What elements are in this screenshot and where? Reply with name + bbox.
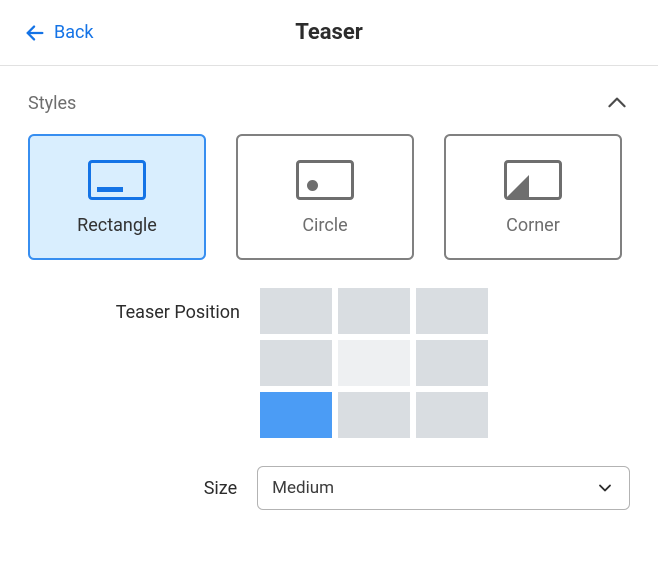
- styles-section-header[interactable]: Styles: [28, 90, 630, 134]
- position-bottom-right[interactable]: [416, 392, 488, 438]
- size-value: Medium: [272, 478, 334, 498]
- size-label: Size: [28, 478, 257, 499]
- chevron-down-icon: [595, 478, 615, 498]
- styles-section: Styles Rectangle Circle Corner Teaser Po…: [0, 66, 658, 510]
- style-card-label: Corner: [506, 215, 560, 236]
- section-title: Styles: [28, 93, 76, 114]
- circle-style-icon: [296, 159, 354, 201]
- style-card-row: Rectangle Circle Corner: [28, 134, 630, 260]
- teaser-position-label: Teaser Position: [28, 288, 260, 323]
- style-card-label: Rectangle: [77, 215, 157, 236]
- size-row: Size Medium: [28, 466, 630, 510]
- back-label: Back: [54, 22, 94, 43]
- position-top-right[interactable]: [416, 288, 488, 334]
- page-title: Teaser: [0, 20, 658, 45]
- size-select-wrap: Medium: [257, 466, 630, 510]
- style-card-label: Circle: [302, 215, 347, 236]
- chevron-up-icon: [604, 90, 630, 116]
- rectangle-style-icon: [88, 159, 146, 201]
- position-bottom-center[interactable]: [338, 392, 410, 438]
- corner-style-icon: [504, 159, 562, 201]
- arrow-left-icon: [24, 22, 46, 44]
- position-top-center[interactable]: [338, 288, 410, 334]
- style-card-rectangle[interactable]: Rectangle: [28, 134, 206, 260]
- position-bottom-left[interactable]: [260, 392, 332, 438]
- position-grid: [260, 288, 488, 438]
- position-middle-left[interactable]: [260, 340, 332, 386]
- size-select[interactable]: Medium: [257, 466, 630, 510]
- back-button[interactable]: Back: [0, 22, 94, 44]
- position-middle-center[interactable]: [338, 340, 410, 386]
- style-card-corner[interactable]: Corner: [444, 134, 622, 260]
- header: Back Teaser: [0, 0, 658, 66]
- position-top-left[interactable]: [260, 288, 332, 334]
- position-middle-right[interactable]: [416, 340, 488, 386]
- style-card-circle[interactable]: Circle: [236, 134, 414, 260]
- teaser-position-row: Teaser Position: [28, 288, 630, 438]
